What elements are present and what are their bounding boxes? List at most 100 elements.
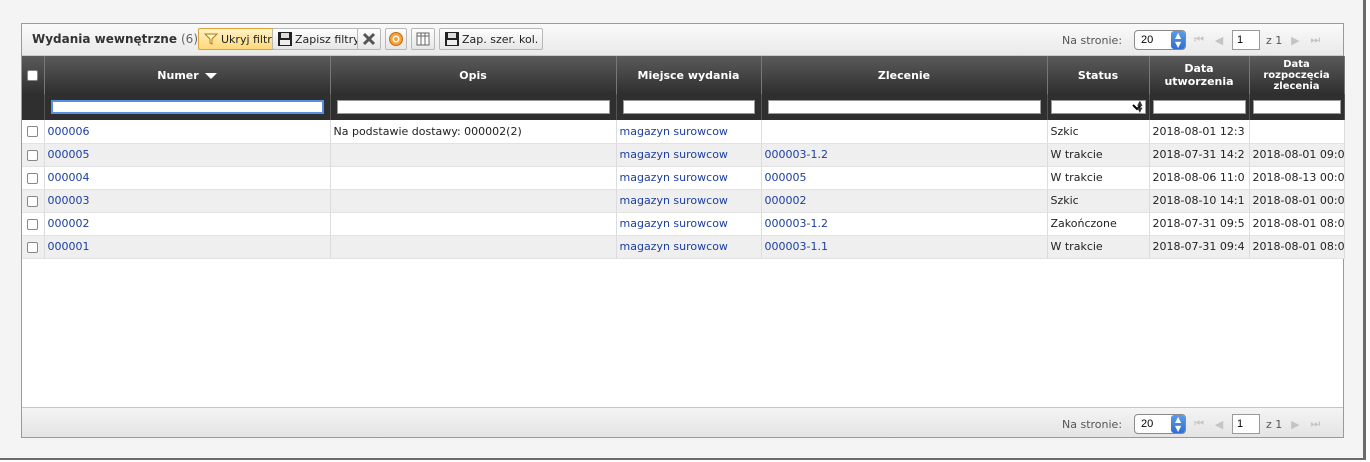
filter-status-select[interactable] — [1050, 100, 1146, 114]
select-all-header[interactable] — [22, 56, 45, 94]
column-header-data-utworzenia[interactable]: Data utworzenia — [1149, 56, 1250, 94]
cell-data-rozpoczecia: 2018-08-13 00:0 — [1249, 166, 1345, 190]
row-checkbox[interactable] — [27, 172, 39, 184]
last-page-icon[interactable]: ⏭ — [1308, 417, 1322, 431]
x-icon — [361, 31, 377, 47]
table-row[interactable]: 000005 magazyn surowcow 000003-1.2 W tra… — [22, 143, 1345, 167]
filter-miejsce-input[interactable] — [622, 100, 755, 114]
row-select-cell[interactable] — [22, 189, 45, 213]
cell-numer[interactable]: 000003 — [44, 189, 331, 213]
save-column-widths-button[interactable]: Zap. szer. kol. — [439, 28, 544, 50]
cell-zlecenie[interactable]: 000005 — [761, 166, 1048, 190]
row-select-cell[interactable] — [22, 212, 45, 236]
first-page-icon[interactable]: ⏮ — [1192, 33, 1206, 47]
save-filters-label: Zapisz filtry — [295, 32, 360, 46]
filter-data-rozpoczecia-input[interactable] — [1252, 100, 1341, 114]
floppy-disk-icon — [444, 31, 460, 47]
column-header-label: Data utworzenia — [1164, 62, 1234, 88]
filter-zlecenie-input[interactable] — [767, 100, 1041, 114]
cell-miejsce[interactable]: magazyn surowcow — [616, 212, 762, 236]
cell-miejsce[interactable]: magazyn surowcow — [616, 143, 762, 167]
funnel-icon — [203, 31, 219, 47]
column-header-label: Opis — [459, 68, 487, 82]
cell-miejsce[interactable]: magazyn surowcow — [616, 189, 762, 213]
cell-miejsce[interactable]: magazyn surowcow — [616, 235, 762, 259]
next-page-icon[interactable]: ▶ — [1288, 418, 1302, 431]
column-header-label: Data rozpoczęcia zlecenia — [1263, 58, 1330, 92]
row-checkbox[interactable] — [27, 126, 39, 138]
cell-numer[interactable]: 000006 — [44, 120, 331, 144]
column-header-opis[interactable]: Opis — [330, 56, 617, 94]
column-header-status[interactable]: Status — [1047, 56, 1150, 94]
floppy-disk-icon — [277, 31, 293, 47]
table-row[interactable]: 000006 Na podstawie dostawy: 000002(2) m… — [22, 120, 1345, 144]
columns-icon — [415, 31, 431, 47]
page-total-label: z 1 — [1266, 417, 1283, 431]
cell-miejsce[interactable]: magazyn surowcow — [616, 166, 762, 190]
cell-zlecenie[interactable]: 000002 — [761, 189, 1048, 213]
filter-numer-input[interactable] — [50, 100, 324, 114]
row-checkbox[interactable] — [27, 195, 39, 207]
row-checkbox[interactable] — [27, 218, 39, 230]
cell-numer[interactable]: 000004 — [44, 166, 331, 190]
per-page-select[interactable]: 20 — [1134, 30, 1187, 50]
clear-filters-button[interactable] — [357, 28, 381, 50]
cell-data-utworzenia: 2018-07-31 09:4 — [1149, 235, 1250, 259]
per-page-select[interactable]: 20 — [1134, 414, 1187, 434]
bottom-pager: Na stronie: 20 ▲▼ ⏮ ◀ z 1 ▶ ⏭ — [1062, 414, 1322, 434]
column-header-label: Zlecenie — [877, 68, 931, 82]
page-number-input[interactable] — [1232, 414, 1261, 434]
window-frame: Wydania wewnętrzne (6) Ukryj filtr Zapisz… — [0, 0, 1366, 460]
grid-toolbar: Wydania wewnętrzne (6) Ukryj filtr Zapisz… — [22, 24, 1343, 56]
row-select-cell[interactable] — [22, 143, 45, 167]
column-header-miejsce[interactable]: Miejsce wydania — [616, 56, 762, 94]
filter-opis-input[interactable] — [336, 100, 610, 114]
grid-title: Wydania wewnętrzne (6) — [32, 32, 198, 46]
cell-zlecenie[interactable]: 000003-1.1 — [761, 235, 1048, 259]
hide-filter-label: Ukryj filtr — [221, 32, 272, 46]
column-header-label: Numer — [157, 68, 199, 82]
cell-zlecenie[interactable]: 000003-1.2 — [761, 143, 1048, 167]
cell-status: W trakcie — [1047, 235, 1150, 259]
select-all-checkbox[interactable] — [27, 70, 39, 81]
columns-button[interactable] — [411, 28, 435, 50]
reset-button[interactable] — [385, 28, 407, 50]
select-arrows-icon: ▲ ▼ — [1137, 99, 1143, 114]
save-filters-button[interactable]: Zapisz filtry — [272, 28, 365, 50]
filter-spacer — [22, 94, 45, 120]
prev-page-icon[interactable]: ◀ — [1212, 418, 1226, 431]
cell-status: Szkic — [1047, 189, 1150, 213]
table-row[interactable]: 000003 magazyn surowcow 000002 Szkic 201… — [22, 189, 1345, 213]
page-number-input[interactable] — [1232, 30, 1261, 50]
column-header-data-rozpoczecia[interactable]: Data rozpoczęcia zlecenia — [1249, 56, 1345, 94]
filter-data-utworzenia-input[interactable] — [1152, 100, 1246, 114]
last-page-icon[interactable]: ⏭ — [1308, 33, 1322, 47]
next-page-icon[interactable]: ▶ — [1288, 34, 1302, 47]
first-page-icon[interactable]: ⏮ — [1192, 417, 1206, 431]
cell-numer[interactable]: 000002 — [44, 212, 331, 236]
prev-page-icon[interactable]: ◀ — [1212, 34, 1226, 47]
row-select-cell[interactable] — [22, 120, 45, 144]
row-checkbox[interactable] — [27, 241, 39, 253]
cell-opis — [330, 166, 617, 190]
sort-desc-icon — [204, 72, 217, 79]
cell-miejsce[interactable]: magazyn surowcow — [616, 120, 762, 144]
cell-zlecenie[interactable]: 000003-1.2 — [761, 212, 1048, 236]
row-checkbox[interactable] — [27, 149, 39, 161]
per-page-label: Na stronie: — [1062, 417, 1123, 431]
per-page-label: Na stronie: — [1062, 33, 1123, 47]
row-select-cell[interactable] — [22, 235, 45, 259]
table-row[interactable]: 000004 magazyn surowcow 000005 W trakcie… — [22, 166, 1345, 190]
cell-data-rozpoczecia — [1249, 120, 1345, 144]
row-select-cell[interactable] — [22, 166, 45, 190]
cell-zlecenie[interactable] — [761, 120, 1048, 144]
table-row[interactable]: 000001 magazyn surowcow 000003-1.1 W tra… — [22, 235, 1345, 259]
column-header-zlecenie[interactable]: Zlecenie — [761, 56, 1048, 94]
hide-filter-button[interactable]: Ukryj filtr — [198, 28, 277, 50]
cell-numer[interactable]: 000005 — [44, 143, 331, 167]
cell-numer[interactable]: 000001 — [44, 235, 331, 259]
column-header-numer[interactable]: Numer — [44, 56, 331, 94]
cell-data-utworzenia: 2018-08-10 14:1 — [1149, 189, 1250, 213]
table-row[interactable]: 000002 magazyn surowcow 000003-1.2 Zakoń… — [22, 212, 1345, 236]
cell-status: Zakończone — [1047, 212, 1150, 236]
